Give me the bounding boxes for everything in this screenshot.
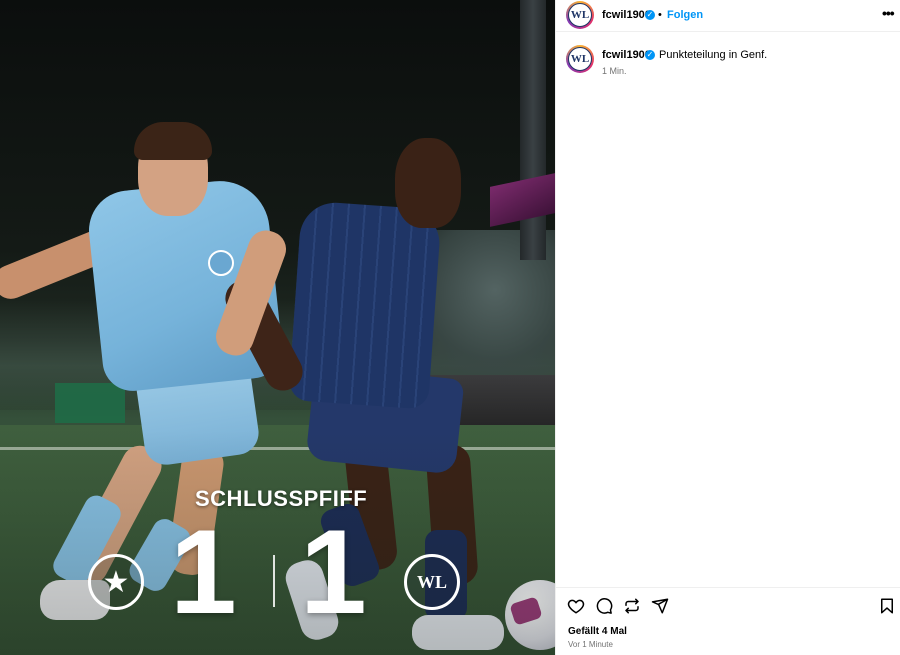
image-vignette (0, 430, 555, 655)
player-hair (134, 122, 212, 160)
share-icon[interactable] (651, 597, 669, 615)
avatar-logo: WL (568, 47, 592, 71)
caption-text: Punkteteilung in Genf. (659, 49, 768, 61)
post-sidebar: WL fcwil1900 ✓ • Folgen ••• WL fcwil1900… (555, 0, 900, 655)
verified-badge-icon: ✓ (645, 50, 655, 60)
caption-time[interactable]: 1 Min. (602, 66, 627, 76)
verified-badge-icon: ✓ (645, 10, 655, 20)
divider (556, 587, 900, 588)
away-score: 1 (300, 505, 367, 639)
heart-icon[interactable] (567, 597, 585, 615)
comment-icon[interactable] (595, 597, 613, 615)
caption-username[interactable]: fcwil1900 (602, 49, 651, 61)
player-navy-shirt (288, 200, 442, 410)
repost-icon[interactable] (623, 597, 641, 615)
avatar-logo: WL (568, 3, 592, 27)
header-username[interactable]: fcwil1900 (602, 9, 651, 21)
posted-time[interactable]: Vor 1 Minute (568, 640, 613, 649)
post-image[interactable]: 88 SCHLUSSPFIFF ★ 1 1 WL (0, 0, 555, 655)
score-divider (273, 555, 275, 607)
shirt-crest-icon (208, 250, 234, 276)
separator: • (658, 9, 662, 21)
caption-avatar[interactable]: WL (566, 45, 594, 73)
home-score: 1 (170, 505, 237, 639)
avatar[interactable]: WL (566, 1, 594, 29)
post-header: WL fcwil1900 ✓ • Folgen ••• (556, 0, 900, 32)
fc-wil-logo-icon: WL (404, 554, 460, 610)
player-head (395, 138, 461, 228)
more-options-icon[interactable]: ••• (882, 5, 895, 21)
follow-button[interactable]: Folgen (667, 9, 703, 21)
floodlight-pole (520, 0, 546, 260)
etoile-carouge-star-logo-icon: ★ (88, 554, 144, 610)
bookmark-icon[interactable] (878, 597, 896, 615)
likes-count[interactable]: Gefällt 4 Mal (568, 626, 627, 637)
advertising-board (55, 383, 125, 423)
